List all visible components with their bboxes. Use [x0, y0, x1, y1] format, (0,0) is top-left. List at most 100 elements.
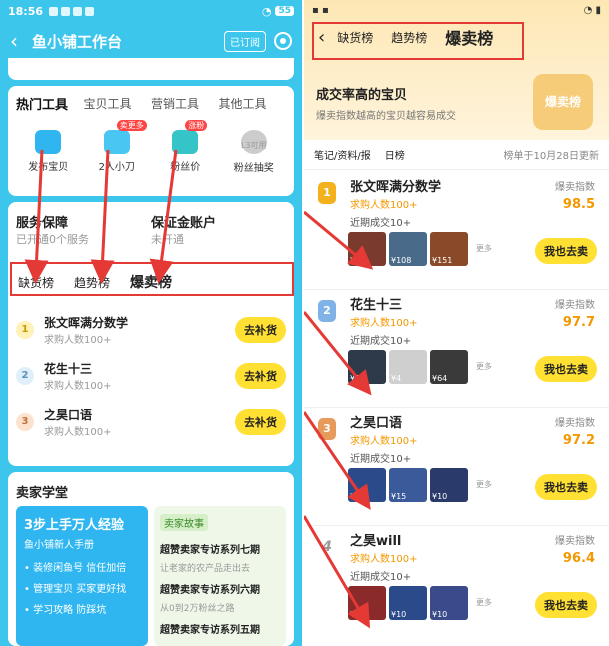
medal-bronze-icon: 3 [318, 418, 336, 440]
rank-sub: 求购人数100+ [44, 335, 112, 346]
index-label: 爆卖指数 [555, 418, 595, 429]
tool-fan-price[interactable]: 涨粉 粉丝价 [151, 120, 220, 174]
service-row: 服务保障 已开通0个服务 保证金账户 未开通 [8, 202, 294, 247]
thumb-image[interactable]: ¥98 [348, 350, 386, 384]
story-sub: 从0到2万粉丝之路 [160, 604, 235, 614]
tool-badge: 卖更多 [116, 120, 147, 131]
thumb-image[interactable]: ¥15 [389, 468, 427, 502]
thumb-image[interactable]: ¥4 [389, 350, 427, 384]
item-want: 求购人数100+ [350, 200, 418, 211]
more-link[interactable]: 更多 [471, 232, 497, 266]
subscribe-button[interactable]: 已订阅 [224, 30, 266, 52]
index-value: 97.2 [562, 433, 595, 448]
item-thumbs: ¥1 ¥10 ¥10 更多 [348, 586, 497, 620]
tab-other-tools[interactable]: 其他工具 [219, 95, 287, 112]
rank-row[interactable]: 1 张文晖满分数学 求购人数100+ 去补货 [8, 307, 294, 353]
restock-button[interactable]: 去补货 [235, 317, 286, 343]
tool-publish[interactable]: 发布宝贝 [14, 124, 83, 174]
page-title: 鱼小铺工作台 [32, 32, 123, 51]
thumb-image[interactable]: ¥1 [348, 586, 386, 620]
item-thumbs: ¥60 ¥108 ¥151 更多 [348, 232, 497, 266]
thumb-image[interactable]: ¥10 [430, 586, 468, 620]
tab-item-tools[interactable]: 宝贝工具 [84, 95, 152, 112]
index-value: 98.5 [562, 197, 595, 212]
thumb-image[interactable]: ¥10 [389, 586, 427, 620]
rank-header: 成交率高的宝贝 爆卖指数越高的宝贝越容易成交 [316, 84, 456, 122]
service-rank-card: 服务保障 已开通0个服务 保证金账户 未开通 缺货榜 趋势榜 爆卖榜 1 张文晖… [8, 202, 294, 466]
promo-sub: 鱼小铺新人手册 [24, 540, 94, 551]
seller-school-card: 卖家学堂 3步上手万人经验 鱼小铺新人手册 • 装修闲鱼号 信任加倍 • 管理宝… [8, 472, 294, 646]
item-deal: 近期成交10+ [350, 454, 412, 465]
restock-button[interactable]: 去补货 [235, 363, 286, 389]
thumb-image[interactable]: ¥6 [348, 468, 386, 502]
thumb-price: ¥4 [391, 374, 402, 383]
thumb-price: ¥10 [391, 610, 407, 619]
update-note: 榜单于10月28日更新 [503, 151, 599, 162]
thumb-price: ¥108 [391, 256, 412, 265]
story-item[interactable]: 超赞卖家专访系列五期 [160, 621, 280, 636]
promo-banner[interactable]: 3步上手万人经验 鱼小铺新人手册 • 装修闲鱼号 信任加倍 • 管理宝贝 买家更… [16, 506, 148, 646]
rank-item: 1 张文晖满分数学 求购人数100+ 近期成交10+ 爆卖指数 98.5 ¥60 … [304, 172, 609, 290]
promo-title: 3步上手万人经验 [24, 518, 125, 533]
deposit-sub: 未开通 [151, 233, 184, 246]
service-title: 服务保障 [16, 216, 69, 231]
rank-name: 张文晖满分数学 [44, 316, 129, 330]
thumb-image[interactable]: ¥60 [348, 232, 386, 266]
deposit-title: 保证金账户 [151, 216, 217, 231]
tool-fan-lottery[interactable]: L3可用 粉丝抽奖 [220, 124, 289, 174]
tab-hot-tools[interactable]: 热门工具 [16, 94, 84, 113]
highlight-box [312, 22, 524, 60]
service-guarantee[interactable]: 服务保障 已开通0个服务 [16, 212, 151, 247]
status-bar: 18:56 ◔ 55 [0, 0, 302, 22]
top-card-fragment [8, 58, 294, 80]
thumb-image[interactable]: ¥151 [430, 232, 468, 266]
rank-row[interactable]: 3 之昊口语 求购人数100+ 去补货 [8, 399, 294, 445]
thumb-price: ¥10 [432, 610, 448, 619]
thumb-image[interactable]: ¥10 [430, 468, 468, 502]
index-label: 爆卖指数 [555, 182, 595, 193]
thumb-price: ¥6 [350, 492, 361, 501]
tab-marketing-tools[interactable]: 营销工具 [151, 95, 219, 112]
rank-sub: 求购人数100+ [44, 427, 112, 438]
more-link[interactable]: 更多 [471, 468, 497, 502]
item-thumbs: ¥6 ¥15 ¥10 更多 [348, 468, 497, 502]
item-name: 花生十三 [350, 298, 403, 313]
rank-row[interactable]: 2 花生十三 求购人数100+ 去补货 [8, 353, 294, 399]
filter-bar: 笔记/资料/报 日榜 榜单于10月28日更新 [304, 140, 609, 170]
item-want: 求购人数100+ [350, 318, 418, 329]
story-item[interactable]: 超赞卖家专访系列七期 让老家的农产品走出去 [160, 541, 280, 575]
tool-tabs: 热门工具 宝贝工具 营销工具 其他工具 [8, 86, 294, 120]
category-filter[interactable]: 笔记/资料/报 [314, 147, 371, 162]
left-phone-screen: 18:56 ◔ 55 ‹ 鱼小铺工作台 已订阅 热门工具 宝贝工具 营销工具 其… [0, 0, 302, 646]
sell-too-button[interactable]: 我也去卖 [535, 356, 597, 382]
tool-list: 发布宝贝 卖更多 2人小刀 涨粉 粉丝价 L3可用 粉丝抽奖 [8, 120, 294, 178]
tool-label: 发布宝贝 [28, 162, 69, 173]
tool-note: L3可用 [240, 141, 267, 150]
tool-bargain[interactable]: 卖更多 2人小刀 [83, 120, 152, 174]
thumb-price: ¥98 [350, 374, 366, 383]
deposit-account[interactable]: 保证金账户 未开通 [151, 212, 286, 247]
promo-item: • 装修闲鱼号 信任加倍 [24, 563, 127, 574]
gear-icon[interactable] [274, 32, 292, 50]
thumb-image[interactable]: ¥108 [389, 232, 427, 266]
more-link[interactable]: 更多 [471, 350, 497, 384]
story-title: 超赞卖家专访系列六期 [160, 585, 260, 596]
thumb-image[interactable]: ¥64 [430, 350, 468, 384]
thumb-price: ¥15 [391, 492, 407, 501]
seller-story: 卖家故事 超赞卖家专访系列七期 让老家的农产品走出去 超赞卖家专访系列六期 从0到2… [154, 506, 286, 646]
period-filter[interactable]: 日榜 [385, 147, 405, 162]
sell-too-button[interactable]: 我也去卖 [535, 238, 597, 264]
sell-too-button[interactable]: 我也去卖 [535, 592, 597, 618]
sell-too-button[interactable]: 我也去卖 [535, 474, 597, 500]
story-item[interactable]: 超赞卖家专访系列六期 从0到2万粉丝之路 [160, 581, 280, 615]
rank-info: 之昊口语 求购人数100+ [44, 406, 111, 438]
thumb-price: ¥151 [432, 256, 453, 265]
hot-index: 爆卖指数 96.4 [555, 532, 595, 566]
more-link[interactable]: 更多 [471, 586, 497, 620]
hot-index: 爆卖指数 97.2 [555, 414, 595, 448]
restock-button[interactable]: 去补货 [235, 409, 286, 435]
item-name: 之昊口语 [350, 416, 403, 431]
hot-sell-badge: 爆卖榜 [533, 74, 593, 130]
back-arrow-icon[interactable]: ‹ [10, 29, 28, 53]
promo-item: • 学习攻略 防踩坑 [24, 605, 107, 616]
